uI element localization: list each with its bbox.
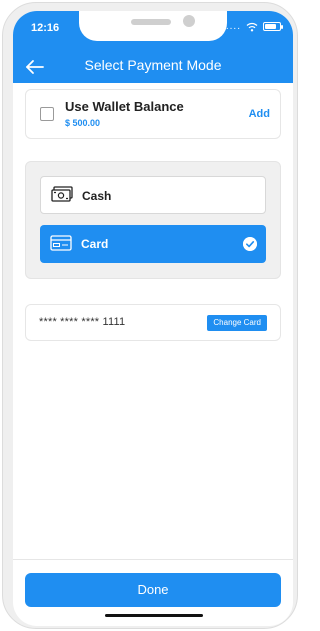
card-label: Card: [81, 237, 109, 251]
cash-icon: [51, 186, 73, 202]
signal-icon: ....: [225, 21, 241, 32]
payment-options: Cash Card: [25, 161, 281, 279]
front-camera: [183, 15, 195, 27]
payment-option-card[interactable]: Card: [40, 225, 266, 263]
card-icon: [50, 235, 72, 251]
app-header: 12:16 .... Select Payment Mode: [13, 11, 293, 83]
card-number: **** **** **** 1111: [39, 316, 126, 328]
saved-card-row: **** **** **** 1111 Change Card: [25, 304, 281, 341]
battery-icon: [263, 22, 283, 31]
add-wallet-button[interactable]: Add: [249, 108, 270, 120]
speaker-grille: [131, 19, 171, 25]
change-card-button[interactable]: Change Card: [207, 315, 267, 331]
done-button[interactable]: Done: [25, 573, 281, 607]
footer-divider: [13, 559, 293, 560]
wallet-balance: $ 500.00: [65, 118, 101, 128]
wallet-card: Use Wallet Balance $ 500.00 Add: [25, 89, 281, 139]
check-icon: [243, 237, 257, 251]
payment-option-cash[interactable]: Cash: [40, 176, 266, 214]
app-screen: 12:16 .... Select Payment Mode Use Walle…: [13, 11, 293, 626]
home-indicator: [105, 614, 203, 617]
wifi-icon: [246, 22, 258, 31]
device-notch: [79, 11, 227, 41]
cash-label: Cash: [82, 189, 112, 203]
page-title: Select Payment Mode: [84, 57, 222, 73]
wallet-checkbox[interactable]: [40, 107, 54, 121]
wallet-label: Use Wallet Balance: [65, 99, 184, 114]
phone-frame: 12:16 .... Select Payment Mode Use Walle…: [2, 2, 298, 629]
status-indicators: ....: [225, 21, 283, 32]
status-time: 12:16: [31, 22, 60, 34]
